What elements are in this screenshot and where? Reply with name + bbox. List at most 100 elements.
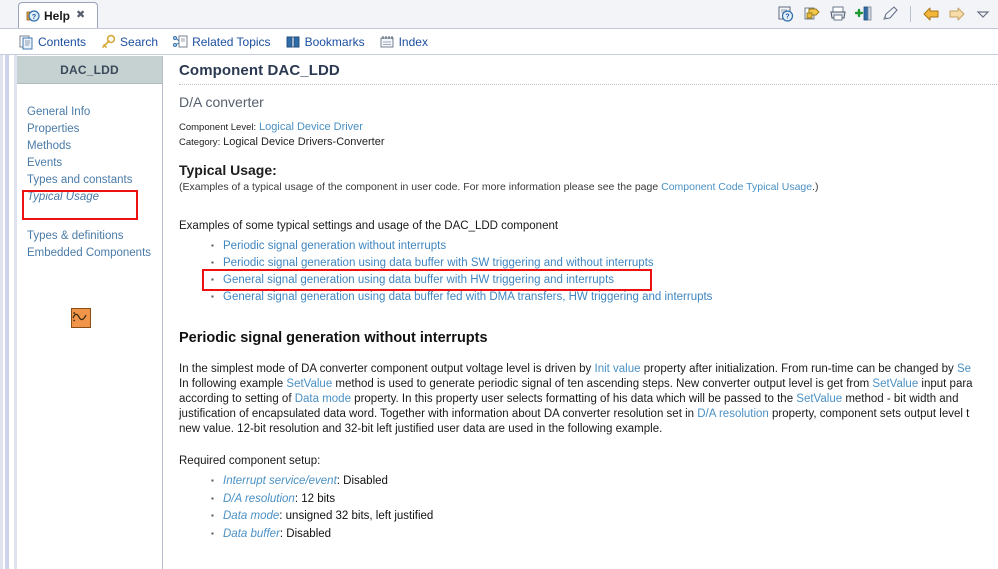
toolbar-separator [910,6,911,22]
bookmarks-book-icon [285,34,301,50]
example-link[interactable]: Periodic signal generation using data bu… [223,257,654,269]
menu-item-label: Index [398,34,428,49]
menu-item-index[interactable]: Index [379,34,428,50]
inline-link[interactable]: Data mode [295,393,351,405]
inline-link[interactable]: D/A resolution [697,408,769,420]
print-icon[interactable] [829,5,847,23]
help-icon: ? [25,8,40,23]
paragraph-text: In following example [179,378,287,390]
sidebar-item-properties[interactable]: Properties [25,121,162,138]
paragraph-text: method - bit width and [842,393,959,405]
example-link[interactable]: General signal generation using data buf… [223,291,712,303]
menu-item-label: Bookmarks [304,34,365,49]
related-topics-icon [172,34,188,50]
page-title: Component DAC_LDD [179,62,340,79]
add-bookmark-icon[interactable] [854,5,873,23]
setup-item-value: 12 bits [301,492,336,505]
paragraph-text: property, component sets output level t [768,408,970,420]
sidebar-item-methods[interactable]: Methods [25,138,162,155]
menu-item-search[interactable]: Search [100,34,158,50]
list-item[interactable]: General signal generation using data buf… [211,288,998,306]
svg-text:?: ? [785,14,789,21]
typical-usage-note: (Examples of a typical usage of the comp… [179,180,998,194]
section-heading: Periodic signal generation without inter… [179,330,488,346]
setup-item-value: Disabled [343,475,388,487]
inline-link[interactable]: SetValue [286,378,332,390]
menu-item-label: Search [120,34,159,49]
toolbar-icon-group: ? [777,2,992,26]
menu-item-contents[interactable]: Contents [18,34,86,50]
tab-help[interactable]: ? Help ✖ [18,2,98,28]
inline-link[interactable]: SetValue [872,378,918,390]
sidebar-item-types-definitions[interactable]: Types & definitions [25,228,162,245]
category-line: Category: Logical Device Drivers-Convert… [179,136,385,148]
menu-item-related-topics[interactable]: Related Topics [172,34,271,50]
category-label: Category [179,137,218,148]
setup-list: Interrupt service/event: Disabled D/A re… [179,472,998,544]
sidebar-item-types-and-constants[interactable]: Types and constants [25,172,162,189]
sidebar-item-events[interactable]: Events [25,155,162,172]
setup-item-value: Disabled [286,527,332,540]
paragraph-line: justification of encapsulated data word.… [179,407,998,422]
help-search-icon[interactable]: ? [777,5,795,23]
sidebar-header-label: DAC_LDD [60,62,119,77]
list-item: Data mode: unsigned 32 bits, left justif… [211,507,998,526]
list-item: Data buffer: Disabled [211,525,998,544]
paragraph-text: input para [918,378,973,390]
list-item[interactable]: Periodic signal generation using data bu… [211,254,998,272]
setup-item-name[interactable]: D/A resolution [223,493,295,505]
paragraph-text: justification of encapsulated data word.… [179,408,698,420]
help-content-pane: Component DAC_LDD D/A converter Componen… [172,56,998,569]
paragraph-text: property. In this property user selects … [350,393,797,405]
chevron-down-icon[interactable] [974,5,992,23]
component-level-line: Component Level: Logical Device Driver [179,121,363,133]
svg-text:?: ? [32,14,36,21]
sidebar-component-icon-wrap [25,308,162,328]
menu-item-bookmarks[interactable]: Bookmarks [285,34,365,50]
component-level-label: Component Level [179,122,254,133]
setup-item-name[interactable]: Interrupt service/event [223,475,337,487]
list-item: D/A resolution: 12 bits [211,490,998,509]
typical-usage-heading: Typical Usage: [179,162,277,178]
sidebar-nav: General Info Properties Methods Events T… [17,84,162,328]
section-paragraph: In the simplest mode of DA converter com… [179,362,998,437]
list-item[interactable]: Periodic signal generation without inter… [211,237,998,255]
window-edge-scrollbar[interactable] [5,0,9,569]
dac-waveform-icon [70,308,91,328]
tab-bar: ? Help ✖ ? [0,0,998,29]
sidebar-item-typical-usage[interactable]: Typical Usage [25,189,162,206]
refresh-sync-icon[interactable] [803,5,821,23]
paragraph-text: new value. 12-bit resolution and 32-bit … [179,423,663,435]
highlighter-icon[interactable] [881,5,899,23]
inline-link[interactable]: Init value [595,363,641,375]
list-item[interactable]: General signal generation using data buf… [211,271,998,289]
note-text-post: .) [812,181,819,193]
help-actions-bar: Contents Search Related Topics Bookmarks… [0,29,998,55]
close-icon[interactable]: ✖ [76,10,85,21]
inline-link[interactable]: Se [957,363,971,375]
help-window: ? Help ✖ ? Contents Search Related Topic… [0,0,998,569]
forward-arrow-icon[interactable] [948,5,966,23]
example-links-list: Periodic signal generation without inter… [179,237,998,306]
example-link[interactable]: General signal generation using data buf… [223,274,614,286]
example-link[interactable]: Periodic signal generation without inter… [223,240,446,252]
examples-intro: Examples of some typical settings and us… [179,220,559,232]
setup-item-name[interactable]: Data buffer [223,528,280,540]
contents-icon [18,34,34,50]
sidebar-item-general-info[interactable]: General Info [25,104,162,121]
setup-item-value: unsigned 32 bits, left justified [285,510,434,522]
note-text-pre: (Examples of a typical usage of the comp… [179,181,662,193]
list-item: Interrupt service/event: Disabled [211,472,998,491]
paragraph-text: method is used to generate periodic sign… [332,378,873,390]
tab-label: Help [44,8,71,23]
sidebar-item-embedded-components[interactable]: Embedded Components [25,245,162,262]
window-edge-left [0,0,3,569]
setup-item-name[interactable]: Data mode [223,510,279,522]
inline-link[interactable]: SetValue [796,393,842,405]
component-code-typical-usage-link[interactable]: Component Code Typical Usage [661,181,812,193]
menu-item-label: Related Topics [192,34,271,49]
index-icon [379,34,395,50]
back-arrow-icon[interactable] [922,5,940,23]
component-level-value[interactable]: Logical Device Driver [259,121,363,133]
